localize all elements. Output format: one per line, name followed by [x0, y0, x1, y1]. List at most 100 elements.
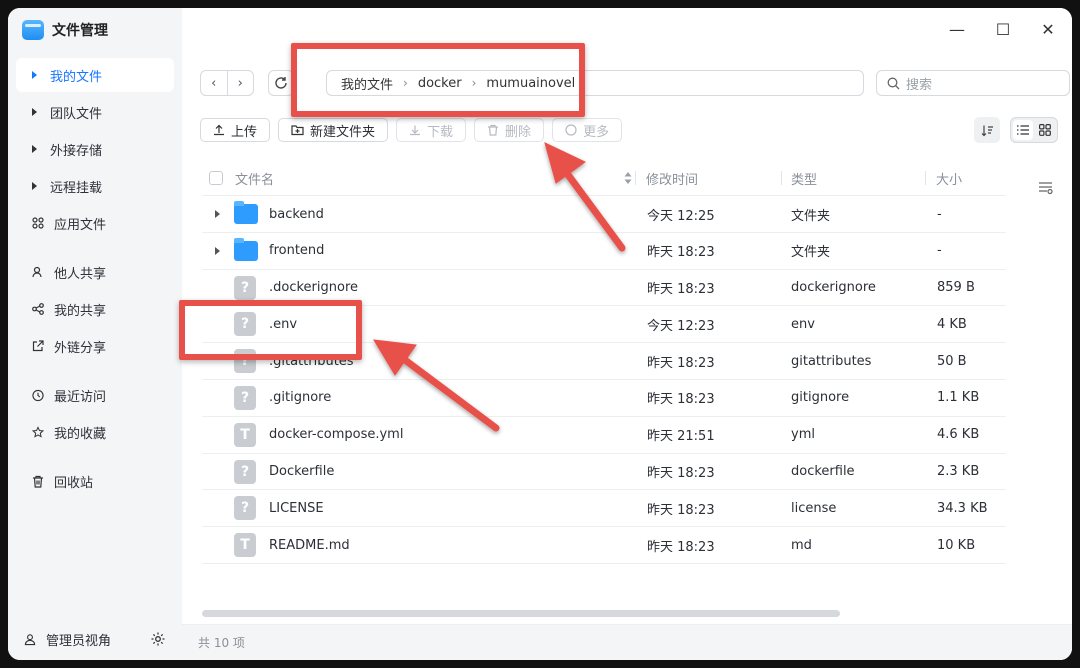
new-folder-icon: [291, 125, 304, 136]
download-icon: [410, 125, 421, 136]
sidebar-item-label: 我的收藏: [54, 426, 107, 442]
file-size: 4 KB: [937, 316, 967, 332]
file-name[interactable]: LICENSE: [269, 490, 324, 526]
horizontal-scrollbar[interactable]: [202, 610, 840, 617]
expand-chevron-icon[interactable]: [215, 233, 220, 269]
delete-button[interactable]: 删除: [474, 118, 545, 142]
table-body: backend 今天 12:25 文件夹 - frontend 昨天 18:23 文件夹 -?…: [202, 196, 1006, 564]
file-name[interactable]: .gitignore: [269, 380, 331, 416]
search-icon: [887, 77, 900, 89]
sidebar-item-shared-with-me[interactable]: 他人共享: [16, 255, 174, 289]
table-row[interactable]: ? Dockerfile 昨天 18:23 dockerfile 2.3 KB: [202, 454, 1006, 491]
refresh-icon: [275, 77, 287, 89]
table-row[interactable]: ? .gitignore 昨天 18:23 gitignore 1.1 KB: [202, 380, 1006, 417]
gear-icon[interactable]: [150, 631, 166, 647]
back-button[interactable]: ‹: [201, 71, 228, 95]
file-size: 859 B: [937, 280, 975, 296]
forward-button[interactable]: ›: [228, 71, 254, 95]
sidebar: 文件管理 我的文件 团队文件 外接存储 远程挂载 应用文件 他人共享 我的共享 …: [8, 8, 182, 660]
minimize-button[interactable]: —: [946, 18, 968, 40]
user-share-icon: [32, 266, 44, 278]
grid-icon: [1039, 124, 1051, 136]
file-name[interactable]: docker-compose.yml: [269, 417, 403, 453]
file-type: md: [791, 537, 812, 553]
status-bar: 共 10 项: [182, 624, 1072, 660]
column-header-name[interactable]: 文件名: [235, 160, 274, 196]
action-toolbar: 上传 新建文件夹 下载 删除 更多: [200, 118, 623, 142]
file-modified: 昨天 18:23: [647, 282, 715, 298]
file-modified: 今天 12:25: [647, 208, 715, 224]
file-name[interactable]: README.md: [269, 527, 350, 563]
sort-icon: [981, 125, 993, 136]
external-link-icon: [32, 340, 44, 352]
column-header-type[interactable]: 类型: [791, 160, 817, 196]
list-icon: [1017, 125, 1029, 135]
table-row[interactable]: T README.md 昨天 18:23 md 10 KB: [202, 527, 1006, 564]
sidebar-item-label: 外接存储: [50, 143, 103, 159]
sidebar-item-remote-mount[interactable]: 远程挂载: [16, 169, 174, 203]
file-type: 文件夹: [791, 208, 831, 224]
file-modified: 昨天 18:23: [647, 355, 715, 371]
sidebar-item-recent[interactable]: 最近访问: [16, 378, 174, 412]
file-name[interactable]: frontend: [269, 233, 324, 269]
table-row[interactable]: ? LICENSE 昨天 18:23 license 34.3 KB: [202, 490, 1006, 528]
sidebar-item-recycle-bin[interactable]: 回收站: [16, 464, 174, 498]
column-settings-icon[interactable]: [1038, 180, 1054, 195]
table-row[interactable]: frontend 昨天 18:23 文件夹 -: [202, 233, 1006, 270]
search-input[interactable]: 搜索: [876, 70, 1070, 96]
file-size: 50 B: [937, 353, 967, 369]
sidebar-item-my-files[interactable]: 我的文件: [16, 58, 174, 92]
file-name[interactable]: backend: [269, 196, 324, 232]
folder-icon: [234, 237, 258, 261]
list-view-button[interactable]: [1013, 120, 1033, 140]
sort-indicator-icon[interactable]: [624, 160, 632, 196]
sidebar-item-team-files[interactable]: 团队文件: [16, 95, 174, 129]
file-type: gitignore: [791, 390, 850, 406]
upload-icon: [214, 124, 224, 136]
sidebar-item-external-storage[interactable]: 外接存储: [16, 132, 174, 166]
more-button[interactable]: 更多: [552, 118, 623, 142]
sidebar-item-app-files[interactable]: 应用文件: [16, 206, 174, 240]
file-name[interactable]: Dockerfile: [269, 454, 334, 490]
table-row[interactable]: Tdocker-compose.yml 昨天 21:51 yml 4.6 KB: [202, 417, 1006, 454]
delete-label: 删除: [505, 124, 532, 140]
file-table: 文件名 修改时间 类型 大小 backend 今天 12:25 文件夹 - fronte…: [202, 160, 1006, 564]
table-row[interactable]: backend 今天 12:25 文件夹 -: [202, 196, 1006, 233]
expand-chevron-icon[interactable]: [215, 196, 220, 232]
app-title-text: 文件管理: [52, 23, 108, 39]
unknown-file-icon: ?: [234, 459, 256, 484]
sort-button[interactable]: [974, 117, 1000, 143]
caret-right-icon: [32, 145, 37, 153]
close-button[interactable]: ✕: [1037, 18, 1059, 40]
sidebar-item-label: 回收站: [54, 475, 94, 491]
new-folder-button[interactable]: 新建文件夹: [278, 118, 389, 142]
caret-right-icon: [32, 182, 37, 190]
download-button[interactable]: 下载: [396, 118, 467, 142]
select-all-checkbox[interactable]: [209, 160, 223, 196]
folder-icon: [234, 201, 258, 224]
maximize-button[interactable]: ☐: [992, 18, 1014, 40]
admin-icon: [24, 633, 36, 645]
sidebar-nav: 我的文件 团队文件 外接存储 远程挂载 应用文件 他人共享 我的共享 外链分享 …: [16, 58, 174, 501]
upload-button[interactable]: 上传: [200, 118, 271, 142]
text-file-icon: T: [234, 533, 256, 558]
sidebar-item-label: 我的共享: [54, 303, 107, 319]
sidebar-item-favorites[interactable]: 我的收藏: [16, 415, 174, 449]
file-modified: 今天 12:23: [647, 318, 715, 334]
new-folder-label: 新建文件夹: [310, 124, 376, 140]
grid-view-button[interactable]: [1035, 120, 1055, 140]
file-size: 4.6 KB: [937, 427, 980, 443]
clock-icon: [32, 389, 44, 401]
view-mode-toggle: [1010, 117, 1058, 143]
column-header-modified[interactable]: 修改时间: [646, 160, 698, 196]
admin-view-toggle[interactable]: 管理员视角: [24, 628, 166, 650]
file-modified: 昨天 18:23: [647, 539, 715, 555]
sidebar-item-link-shares[interactable]: 外链分享: [16, 329, 174, 363]
unknown-file-icon: ?: [234, 275, 256, 300]
file-type: gitattributes: [791, 353, 872, 369]
column-header-size[interactable]: 大小: [936, 160, 962, 196]
table-header: 文件名 修改时间 类型 大小: [202, 160, 1006, 196]
more-icon: [565, 124, 577, 136]
more-label: 更多: [583, 124, 610, 140]
sidebar-item-my-shares[interactable]: 我的共享: [16, 292, 174, 326]
